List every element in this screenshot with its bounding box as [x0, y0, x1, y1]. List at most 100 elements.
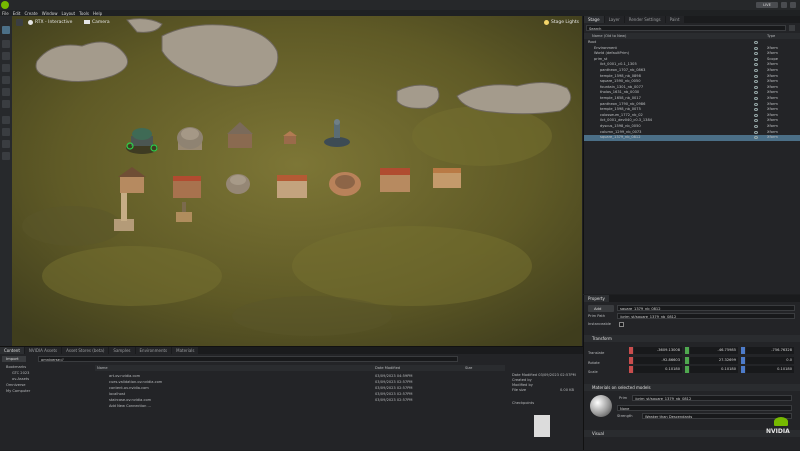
translate-y-field[interactable]: -46.75985 — [690, 347, 738, 354]
rotate-z-field[interactable]: 0.0 — [746, 357, 794, 364]
viewport-settings-icon[interactable] — [16, 18, 23, 26]
instanceable-checkbox[interactable] — [619, 322, 624, 327]
checkpoints-label[interactable]: Checkpoints — [512, 401, 534, 405]
content-path-field[interactable]: omniverse:// — [38, 356, 458, 362]
tab-paint[interactable]: Paint — [665, 16, 684, 23]
visibility-icon[interactable] — [754, 46, 758, 50]
rotate-axis-y — [685, 357, 689, 364]
menu-window[interactable]: Window — [42, 11, 58, 16]
magnet-tool-icon[interactable] — [2, 100, 10, 108]
visibility-icon[interactable] — [754, 136, 758, 140]
property-tabs: Property — [584, 295, 800, 302]
filter-icon[interactable] — [789, 25, 795, 31]
tree-ov-assets[interactable]: ov-Assets — [12, 377, 29, 381]
stage-col-type[interactable]: Type — [767, 34, 775, 38]
visibility-icon[interactable] — [754, 57, 758, 61]
visibility-icon[interactable] — [754, 113, 758, 117]
visibility-icon[interactable] — [754, 80, 758, 84]
step-icon[interactable] — [2, 128, 10, 136]
visibility-icon[interactable] — [754, 108, 758, 112]
settings-tool-icon[interactable] — [2, 140, 10, 148]
tab-stage[interactable]: Stage — [584, 16, 604, 23]
rotate-x-field[interactable]: -92.86603 — [634, 357, 682, 364]
scale-axis-y — [685, 366, 689, 373]
col-name[interactable]: Name — [97, 366, 108, 370]
visibility-icon[interactable] — [754, 63, 758, 67]
render-mode-dropdown[interactable]: RTX - Interactive — [28, 18, 72, 26]
tab-nvidia-assets[interactable]: NVIDIA Assets — [24, 347, 62, 354]
snap-tool-icon[interactable] — [2, 88, 10, 96]
tab-content[interactable]: Content — [0, 347, 24, 354]
col-size[interactable]: Size — [465, 366, 472, 370]
scene-render — [12, 16, 582, 346]
nvidia-logo: NVIDIA — [764, 417, 798, 439]
material-prim-label: Prim — [619, 396, 628, 400]
file-row[interactable]: Add New Connection ... — [95, 403, 505, 409]
visibility-icon[interactable] — [754, 119, 758, 123]
scale-y-field[interactable]: 0.10180 — [690, 366, 738, 373]
tab-materials[interactable]: Materials — [172, 347, 199, 354]
visibility-icon[interactable] — [754, 52, 758, 56]
tab-environments[interactable]: Environments — [135, 347, 172, 354]
tree-bookmarks[interactable]: Bookmarks — [6, 365, 26, 369]
materials-section[interactable]: Materials on selected models — [584, 384, 800, 391]
material-path-field[interactable]: /prim_st/square_1379_nb_0812 — [632, 395, 792, 401]
tree-my-computer[interactable]: My Computer — [6, 389, 30, 393]
tab-layer[interactable]: Layer — [604, 16, 624, 23]
move-tool-icon[interactable] — [2, 52, 10, 60]
menu-edit[interactable]: Edit — [13, 11, 21, 16]
visibility-icon[interactable] — [754, 130, 758, 134]
add-button[interactable]: Add — [588, 305, 614, 312]
rotate-tool-icon[interactable] — [2, 64, 10, 72]
visibility-icon[interactable] — [754, 102, 758, 106]
scale-x-field[interactable]: 0.10180 — [634, 366, 682, 373]
visibility-icon[interactable] — [754, 125, 758, 128]
visibility-icon[interactable] — [754, 41, 758, 44]
visibility-icon[interactable] — [754, 74, 758, 78]
rotate-axis-z — [741, 357, 745, 364]
visibility-icon[interactable] — [754, 97, 758, 100]
select-tool-icon[interactable] — [2, 26, 10, 34]
menu-create[interactable]: Create — [24, 11, 37, 16]
rotate-axis-x — [629, 357, 633, 364]
tab-asset-stores[interactable]: Asset Stores (beta) — [62, 347, 109, 354]
translate-x-field[interactable]: -3609.13008 — [634, 347, 682, 354]
live-badge[interactable]: LIVE — [756, 2, 778, 8]
tab-samples[interactable]: Samples — [109, 347, 135, 354]
col-date[interactable]: Date Modified — [375, 366, 400, 370]
stage-search-input[interactable]: Search — [586, 25, 786, 31]
visibility-icon[interactable] — [754, 91, 758, 95]
omniverse-logo-icon — [1, 1, 9, 9]
stage-row[interactable]: square_1379_nb_0812 Xform — [584, 135, 800, 141]
menu-file[interactable]: File — [2, 11, 9, 16]
visibility-icon[interactable] — [754, 69, 758, 72]
import-button[interactable]: Import — [2, 356, 26, 362]
stage-lights-dropdown[interactable]: Stage Lights — [544, 18, 579, 26]
menu-help[interactable]: Help — [93, 11, 102, 16]
prim-name-field[interactable]: square_1379_nb_0812 — [617, 305, 795, 311]
viewport[interactable] — [12, 16, 582, 346]
menu-tools[interactable]: Tools — [79, 11, 89, 16]
tab-property[interactable]: Property — [584, 295, 609, 302]
tab-render-settings[interactable]: Render Settings — [624, 16, 665, 23]
menu-layout[interactable]: Layout — [62, 11, 76, 16]
pointer-tool-icon[interactable] — [2, 40, 10, 48]
material-select[interactable]: None — [617, 405, 792, 411]
rotate-y-field[interactable]: 27.32699 — [690, 357, 738, 364]
tree-gtc-2023[interactable]: GTC 2023 — [12, 371, 29, 375]
cache-icon[interactable] — [781, 2, 787, 8]
stage-panel: Stage Layer Render Settings Paint Search… — [583, 16, 800, 294]
settings-icon[interactable] — [790, 2, 796, 8]
scale-z-field[interactable]: 0.10180 — [746, 366, 794, 373]
scale-tool-icon[interactable] — [2, 76, 10, 84]
visibility-icon[interactable] — [754, 85, 758, 89]
play-icon[interactable] — [2, 116, 10, 124]
paint-tool-icon[interactable] — [2, 152, 10, 160]
tree-omniverse[interactable]: Omniverse — [6, 383, 26, 387]
stage-col-name[interactable]: Name (Old to New) — [592, 34, 626, 38]
property-panel: Property Add square_1379_nb_0812 Prim Pa… — [583, 295, 800, 450]
transform-section[interactable]: Transform — [584, 335, 800, 342]
prim-path-field[interactable]: /prim_st/square_1379_nb_0812 — [617, 313, 795, 319]
translate-z-field[interactable]: -756.76328 — [746, 347, 794, 354]
camera-dropdown[interactable]: Camera — [84, 18, 110, 26]
